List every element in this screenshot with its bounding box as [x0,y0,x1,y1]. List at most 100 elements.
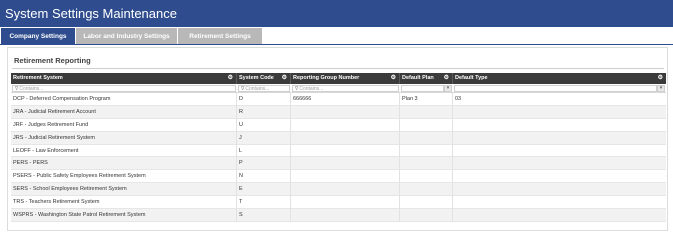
cell-default-plan[interactable] [400,105,453,119]
cell-system-code[interactable]: E [237,183,291,197]
column-header-label: Default Type [455,75,488,81]
cell-retirement-system[interactable]: SERS - School Employees Retirement Syste… [11,183,237,197]
cell-retirement-system[interactable]: PSERS - Public Safety Employees Retireme… [11,170,237,184]
cell-default-plan[interactable] [400,209,453,222]
retirement-reporting-panel: Retirement Reporting Retirement System ⚙… [7,47,668,231]
tab-company-settings[interactable]: Company Settings [1,28,75,45]
tab-underline [0,44,673,45]
filter-select-default-type[interactable] [454,85,657,92]
grid-filter-row: ∇Contains... ∇Contains... ∇Contains... ▾… [11,84,666,93]
cell-default-type[interactable] [453,106,666,119]
cell-retirement-system[interactable]: DCP - Deferred Compensation Program [11,93,237,106]
cell-system-code[interactable]: J [237,131,291,145]
cell-reporting-group-number[interactable] [291,144,400,158]
cell-reporting-group-number[interactable] [291,118,400,132]
tab-retirement-settings[interactable]: Retirement Settings [178,28,262,45]
gear-icon[interactable]: ⚙ [282,73,287,84]
cell-reporting-group-number[interactable] [291,209,400,222]
gear-icon[interactable]: ⚙ [391,73,396,84]
cell-reporting-group-number[interactable]: 666666 [291,93,400,106]
column-header-default-type[interactable]: Default Type ⚙ [453,73,666,84]
filter-placeholder: Contains... [245,86,270,92]
settings-tabs: Company Settings Labor and Industry Sett… [0,27,673,45]
cell-default-plan[interactable] [400,118,453,132]
cell-system-code[interactable]: U [237,118,291,132]
grid-body: DCP - Deferred Compensation Program D 6666… [11,93,666,222]
table-row[interactable]: TRS - Teachers Retirement System T [11,196,666,210]
cell-default-type[interactable] [453,145,666,158]
cell-reporting-group-number[interactable] [291,170,400,184]
table-row[interactable]: SERS - School Employees Retirement Syste… [11,183,666,197]
column-header-system-code[interactable]: System Code ⚙ [237,73,291,84]
cell-default-type[interactable]: 03 [453,93,666,106]
chevron-down-icon[interactable]: ▾ [444,85,452,92]
cell-retirement-system[interactable]: JRF - Judges Retirement Fund [11,118,237,132]
app-title: System Settings Maintenance [5,6,177,21]
gear-icon[interactable]: ⚙ [444,73,449,84]
cell-reporting-group-number[interactable] [291,105,400,119]
cell-default-plan[interactable]: Plan 3 [400,93,453,106]
column-header-label: Reporting Group Number [293,75,360,81]
cell-default-plan[interactable] [400,157,453,171]
table-row[interactable]: DCP - Deferred Compensation Program D 6666… [11,93,666,106]
cell-default-plan[interactable] [400,183,453,197]
cell-system-code[interactable]: P [237,157,291,171]
cell-retirement-system[interactable]: LEOFF - Law Enforcement [11,144,237,158]
cell-default-plan[interactable] [400,170,453,184]
cell-reporting-group-number[interactable] [291,196,400,210]
column-header-default-plan[interactable]: Default Plan ⚙ [400,73,453,84]
cell-reporting-group-number[interactable] [291,183,400,197]
filter-input-reporting-group-number[interactable]: ∇Contains... [292,85,399,92]
section-title: Retirement Reporting [14,56,91,65]
cell-retirement-system[interactable]: PERS - PERS [11,157,237,171]
cell-reporting-group-number[interactable] [291,157,400,171]
table-row[interactable]: WSPRS - Washington State Patrol Retireme… [11,209,666,222]
cell-default-type[interactable] [453,170,666,183]
column-header-label: Default Plan [402,75,434,81]
cell-default-type[interactable] [453,196,666,209]
cell-default-type[interactable] [453,157,666,170]
chevron-down-icon[interactable]: ▾ [657,85,665,92]
cell-retirement-system[interactable]: WSPRS - Washington State Patrol Retireme… [11,209,237,222]
filter-input-retirement-system[interactable]: ∇Contains... [12,85,236,92]
cell-system-code[interactable]: S [237,209,291,222]
cell-system-code[interactable]: R [237,105,291,119]
column-header-reporting-group-number[interactable]: Reporting Group Number ⚙ [291,73,400,84]
table-row[interactable]: PERS - PERS P [11,157,666,171]
retirement-grid: Retirement System ⚙ System Code ⚙ Report… [11,73,666,222]
cell-retirement-system[interactable]: JRS - Judicial Retirement System [11,131,237,145]
app-title-bar: System Settings Maintenance [0,0,673,27]
cell-default-type[interactable] [453,183,666,196]
cell-retirement-system[interactable]: JRA - Judicial Retirement Account [11,105,237,119]
cell-system-code[interactable]: T [237,196,291,210]
filter-input-system-code[interactable]: ∇Contains... [238,85,290,92]
cell-default-type[interactable] [453,209,666,222]
cell-default-plan[interactable] [400,144,453,158]
cell-default-type[interactable] [453,119,666,132]
column-header-label: System Code [239,75,274,81]
column-header-label: Retirement System [13,75,63,81]
table-row[interactable]: JRA - Judicial Retirement Account R [11,105,666,119]
table-row[interactable]: LEOFF - Law Enforcement L [11,144,666,158]
cell-default-plan[interactable] [400,196,453,210]
grid-header-row: Retirement System ⚙ System Code ⚙ Report… [11,73,666,84]
cell-system-code[interactable]: N [237,170,291,184]
column-header-retirement-system[interactable]: Retirement System ⚙ [11,73,237,84]
cell-reporting-group-number[interactable] [291,131,400,145]
filter-icon: ∇ [241,86,245,92]
table-row[interactable]: JRS - Judicial Retirement System J [11,131,666,145]
tab-labor-and-industry-settings[interactable]: Labor and Industry Settings [76,28,177,45]
filter-placeholder: Contains... [19,86,44,92]
cell-system-code[interactable]: L [237,144,291,158]
table-row[interactable]: JRF - Judges Retirement Fund U [11,118,666,132]
cell-retirement-system[interactable]: TRS - Teachers Retirement System [11,196,237,210]
table-row[interactable]: PSERS - Public Safety Employees Retireme… [11,170,666,184]
gear-icon[interactable]: ⚙ [658,73,663,84]
filter-placeholder: Contains... [299,86,324,92]
filter-icon: ∇ [15,86,19,92]
gear-icon[interactable]: ⚙ [228,73,233,84]
cell-default-type[interactable] [453,132,666,145]
cell-default-plan[interactable] [400,131,453,145]
cell-system-code[interactable]: D [237,93,291,106]
filter-select-default-plan[interactable] [401,85,444,92]
